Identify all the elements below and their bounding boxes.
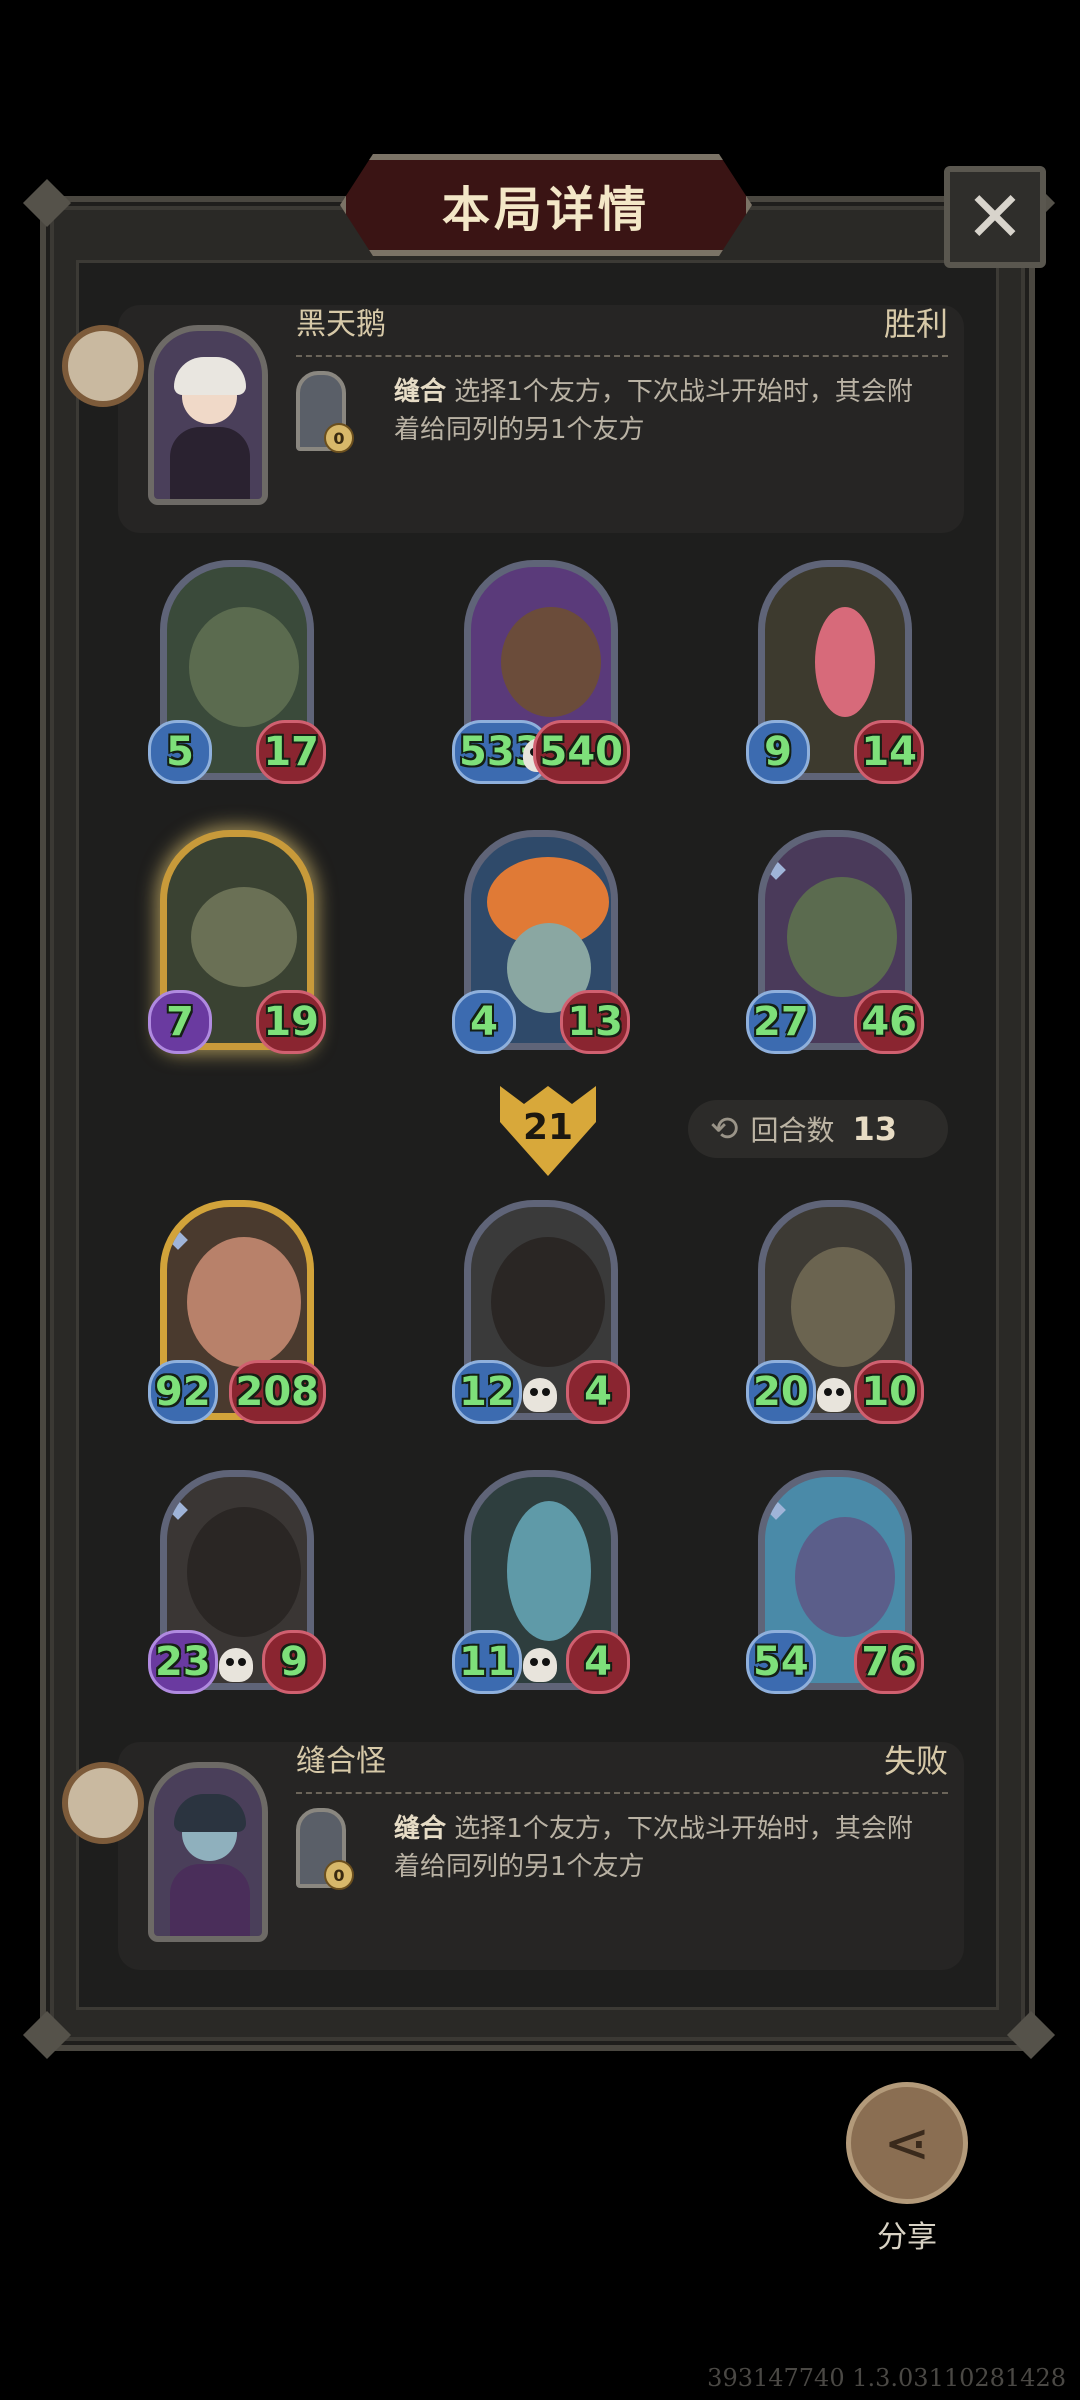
top-player-avatar[interactable] xyxy=(148,325,268,505)
skill-charge-badge: 0 xyxy=(324,1860,354,1890)
star-gem-icon xyxy=(766,860,786,880)
top-unit-2[interactable]: 533 540 xyxy=(452,560,630,792)
star-gem-icon xyxy=(766,838,786,858)
bottom-unit-4[interactable]: 23 9 xyxy=(148,1470,326,1702)
unit-attack: 11 xyxy=(452,1630,522,1694)
version-text: 393147740 1.3.03110281428 xyxy=(707,2364,1066,2392)
bottom-player-name: 缝合怪 xyxy=(296,1744,386,1779)
skill-desc: 选择1个友方，下次战斗开始时，其会附着给同列的另1个友方 xyxy=(394,1814,913,1882)
star-gem-icon xyxy=(766,1208,786,1228)
bottom-skill-description: 缝合 选择1个友方，下次战斗开始时，其会附着给同列的另1个友方 xyxy=(394,1810,934,1886)
unit-health: 14 xyxy=(854,720,924,784)
unit-health: 76 xyxy=(854,1630,924,1694)
share-label: 分享 xyxy=(877,2220,937,2255)
skill-name: 缝合 xyxy=(394,1814,447,1844)
pocket-watch-icon xyxy=(62,1762,144,1844)
unit-health: 540 xyxy=(532,720,630,784)
unit-health: 10 xyxy=(854,1360,924,1424)
skull-icon xyxy=(523,1378,557,1412)
unit-attack: 4 xyxy=(452,990,516,1054)
bottom-unit-1[interactable]: 92 208 xyxy=(148,1200,326,1432)
close-icon: ✕ xyxy=(965,176,1025,258)
unit-attack: 23 xyxy=(148,1630,218,1694)
unit-health: 13 xyxy=(560,990,630,1054)
skull-icon xyxy=(219,1648,253,1682)
star-gem-icon xyxy=(472,568,492,588)
unit-attack: 20 xyxy=(746,1360,816,1424)
unit-attack: 12 xyxy=(452,1360,522,1424)
title-plate: 本局详情 xyxy=(340,154,752,256)
star-gem-icon xyxy=(168,1478,188,1498)
star-gem-icon xyxy=(168,1500,188,1520)
unit-health: 4 xyxy=(566,1630,630,1694)
skill-desc: 选择1个友方，下次战斗开始时，其会附着给同列的另1个友方 xyxy=(394,377,913,445)
unit-attack: 5 xyxy=(148,720,212,784)
unit-health: 17 xyxy=(256,720,326,784)
refresh-icon: ⟲ xyxy=(710,1109,739,1149)
star-gem-icon xyxy=(766,1478,786,1498)
skill-charge-badge: 0 xyxy=(324,423,354,453)
unit-attack: 92 xyxy=(148,1360,218,1424)
turn-count-pill: ⟲ 回合数 13 xyxy=(688,1100,948,1158)
unit-health: 4 xyxy=(566,1360,630,1424)
bottom-unit-5[interactable]: 11 4 xyxy=(452,1470,630,1702)
bottom-unit-2[interactable]: 12 4 xyxy=(452,1200,630,1432)
unit-attack: 54 xyxy=(746,1630,816,1694)
top-unit-1[interactable]: 5 17 xyxy=(148,560,326,792)
unit-attack: 9 xyxy=(746,720,810,784)
top-skill-description: 缝合 选择1个友方，下次战斗开始时，其会附着给同列的另1个友方 xyxy=(394,373,934,449)
top-unit-3[interactable]: 9 14 xyxy=(746,560,924,792)
skill-icon[interactable]: 0 xyxy=(296,371,354,453)
skull-icon xyxy=(817,1378,851,1412)
top-unit-5[interactable]: 4 13 xyxy=(452,830,630,1062)
divider xyxy=(296,355,948,357)
unit-health: 208 xyxy=(228,1360,326,1424)
top-unit-6[interactable]: 27 46 xyxy=(746,830,924,1062)
round-number: 21 xyxy=(522,1106,574,1148)
bottom-player-panel: 缝合怪 失败 0 缝合 选择1个友方，下次战斗开始时，其会附着给同列的另1个友方 xyxy=(62,1742,964,1970)
top-player-result: 胜利 xyxy=(883,305,948,343)
unit-attack: 27 xyxy=(746,990,816,1054)
skull-icon xyxy=(523,1648,557,1682)
star-gem-icon xyxy=(766,1500,786,1520)
top-player-panel: 黑天鹅 胜利 0 缝合 选择1个友方，下次战斗开始时，其会附着给同列的另1个友方 xyxy=(62,305,964,533)
share-icon: ⋖ xyxy=(883,2110,931,2176)
turn-count-value: 13 xyxy=(852,1110,898,1148)
unit-health: 19 xyxy=(256,990,326,1054)
unit-health: 46 xyxy=(854,990,924,1054)
top-unit-4[interactable]: 7 19 xyxy=(148,830,326,1062)
unit-health: 9 xyxy=(262,1630,326,1694)
close-button[interactable]: ✕ xyxy=(944,166,1046,268)
top-player-name: 黑天鹅 xyxy=(296,307,386,342)
bottom-unit-3[interactable]: 20 10 xyxy=(746,1200,924,1432)
unit-attack: 7 xyxy=(148,990,212,1054)
bottom-unit-6[interactable]: 54 76 xyxy=(746,1470,924,1702)
pocket-watch-icon xyxy=(62,325,144,407)
bottom-player-avatar[interactable] xyxy=(148,1762,268,1942)
turn-count-label: 回合数 xyxy=(750,1114,835,1147)
bottom-player-result: 失败 xyxy=(883,1742,948,1780)
star-gem-icon xyxy=(168,1208,188,1228)
share-button[interactable]: ⋖ xyxy=(846,2082,968,2204)
divider xyxy=(296,1792,948,1794)
star-gem-icon xyxy=(168,1230,188,1250)
skill-name: 缝合 xyxy=(394,377,447,407)
page-title: 本局详情 xyxy=(441,182,650,238)
skill-icon[interactable]: 0 xyxy=(296,1808,354,1890)
